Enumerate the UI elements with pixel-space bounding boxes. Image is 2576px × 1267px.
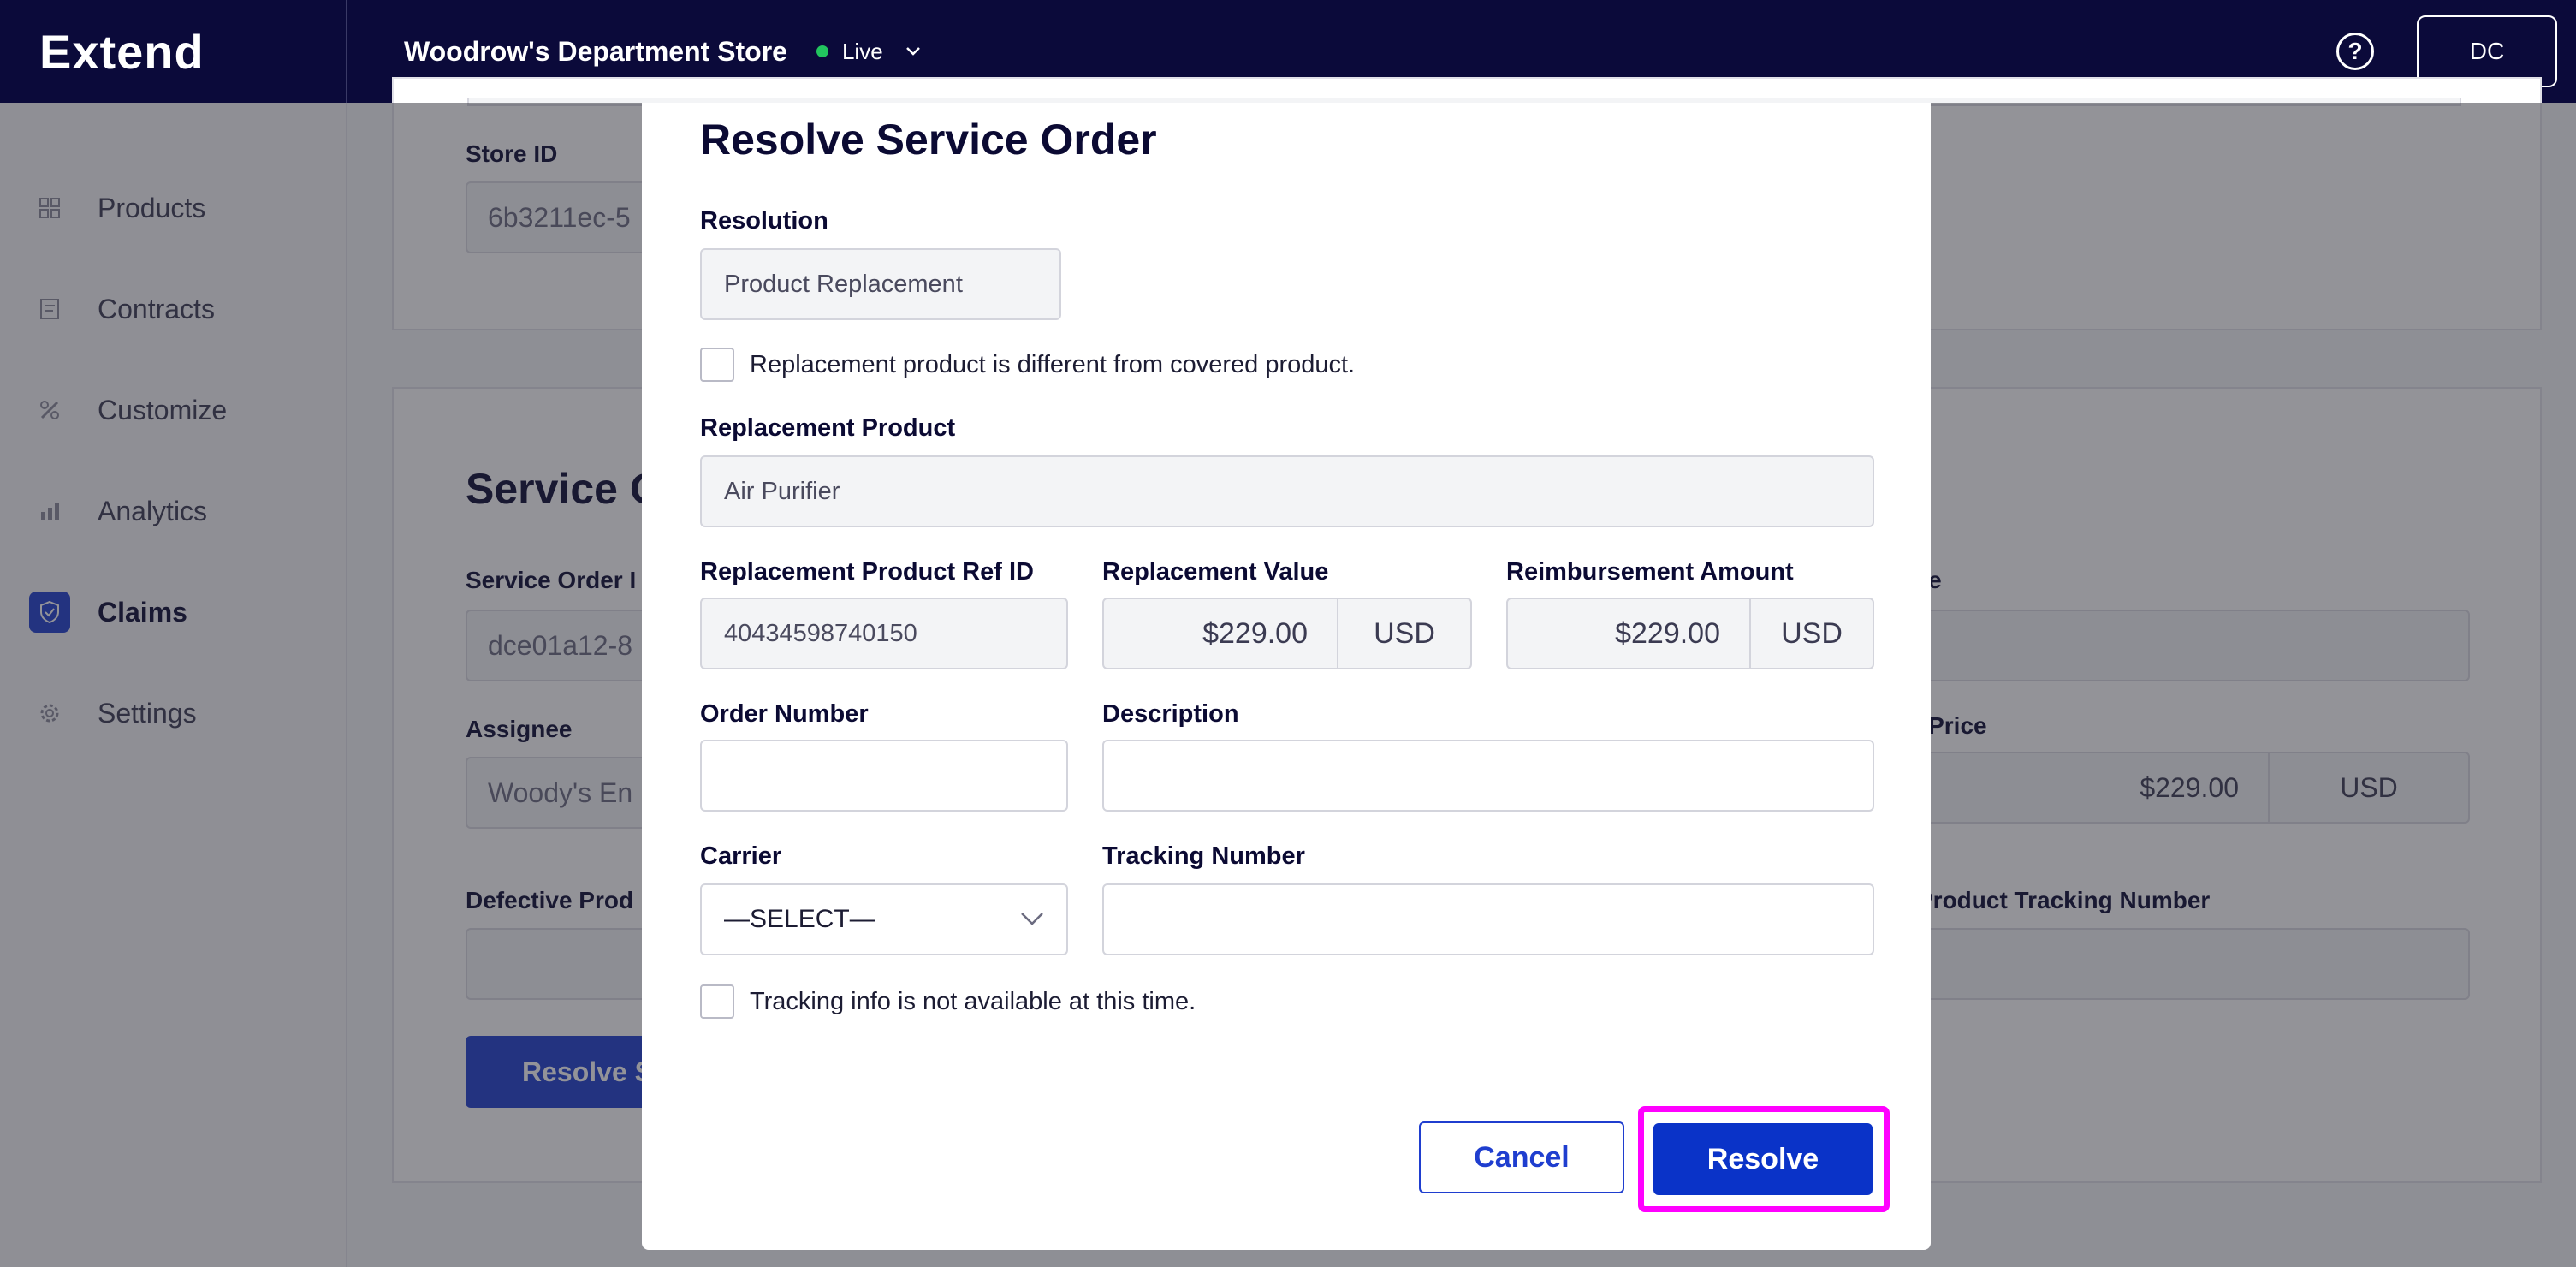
chevron-down-icon[interactable]: [905, 44, 921, 59]
replacement-product-field[interactable]: Air Purifier: [700, 455, 1874, 527]
replacement-product-label: Replacement Product: [700, 414, 956, 442]
different-product-checkbox[interactable]: [700, 348, 734, 382]
replacement-value-currency: USD: [1337, 599, 1470, 668]
chevron-down-icon: [1021, 913, 1043, 925]
description-input[interactable]: [1102, 740, 1874, 812]
reimbursement-field[interactable]: $229.00 USD: [1506, 598, 1874, 669]
resolution-label: Resolution: [700, 207, 828, 235]
resolve-button[interactable]: Resolve: [1653, 1123, 1873, 1195]
live-status-label: Live: [841, 38, 883, 64]
ref-id-label: Replacement Product Ref ID: [700, 558, 1034, 586]
cancel-button[interactable]: Cancel: [1419, 1121, 1624, 1193]
order-number-input[interactable]: [700, 740, 1068, 812]
order-number-label: Order Number: [700, 700, 869, 728]
resolve-service-order-modal: Resolve Service Order Resolution Product…: [642, 103, 1931, 1250]
tracking-unavailable-label: Tracking info is not available at this t…: [750, 988, 1196, 1015]
replacement-value-field[interactable]: $229.00 USD: [1102, 598, 1472, 669]
tracking-number-label: Tracking Number: [1102, 842, 1305, 870]
reimbursement-currency: USD: [1749, 599, 1873, 668]
description-label: Description: [1102, 700, 1239, 728]
ref-id-field[interactable]: 40434598740150: [700, 598, 1068, 669]
modal-title: Resolve Service Order: [700, 116, 1157, 164]
store-name[interactable]: Woodrow's Department Store: [404, 36, 787, 68]
replacement-value-label: Replacement Value: [1102, 558, 1329, 586]
resolution-field[interactable]: Product Replacement: [700, 248, 1061, 320]
reimbursement-amount: $229.00: [1615, 616, 1720, 650]
carrier-select[interactable]: —SELECT—: [700, 883, 1068, 955]
replacement-value-amount: $229.00: [1202, 616, 1308, 650]
reimbursement-label: Reimbursement Amount: [1506, 558, 1794, 586]
tracking-number-input[interactable]: [1102, 883, 1874, 955]
carrier-select-value: —SELECT—: [724, 905, 875, 933]
different-product-label: Replacement product is different from co…: [750, 351, 1356, 378]
live-status-dot: [816, 45, 828, 57]
help-icon[interactable]: ?: [2336, 33, 2374, 70]
tracking-unavailable-checkbox[interactable]: [700, 984, 734, 1019]
extend-logo[interactable]: Extend: [0, 0, 347, 103]
carrier-label: Carrier: [700, 842, 782, 870]
